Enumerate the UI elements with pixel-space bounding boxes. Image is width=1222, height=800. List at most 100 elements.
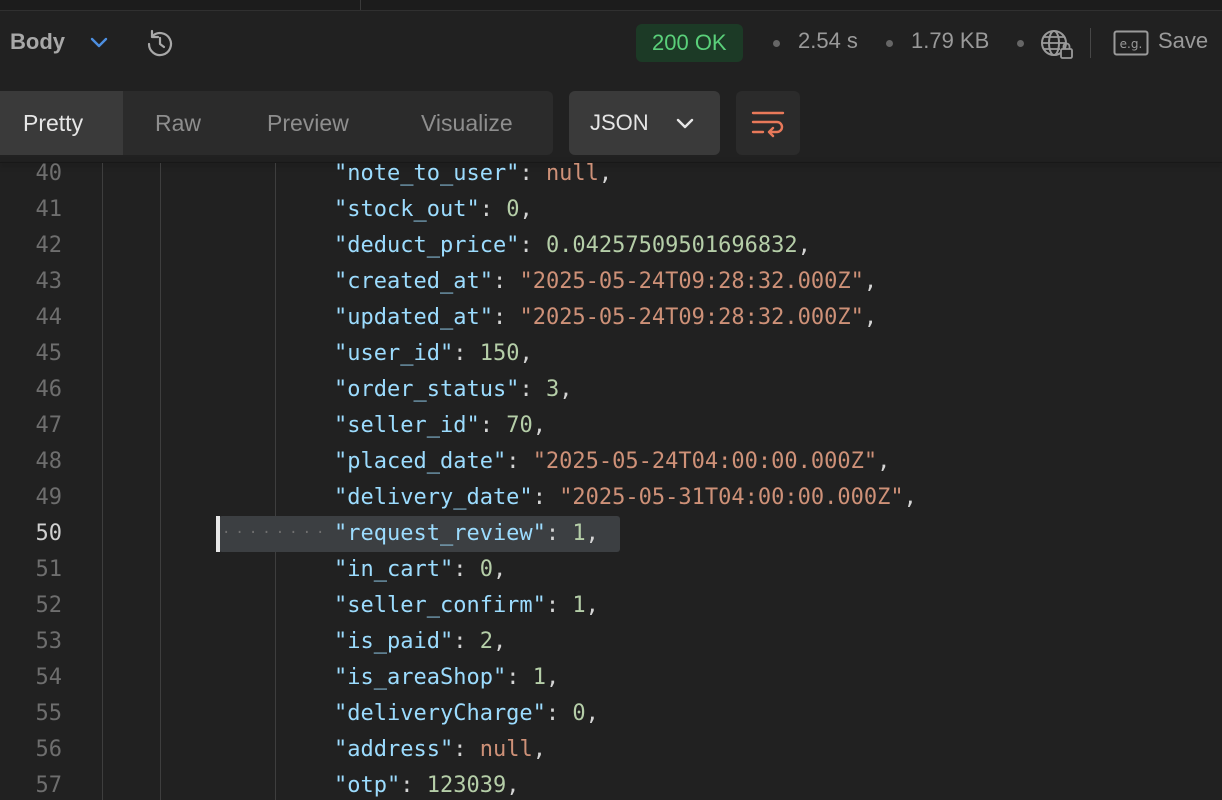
view-tabs: Pretty Raw Preview Visualize [0, 91, 553, 155]
code-line[interactable]: 47 "seller_id": 70, [0, 408, 1222, 444]
line-number: 44 [35, 305, 63, 330]
code-line[interactable]: 54 "is_areaShop": 1, [0, 660, 1222, 696]
json-value: 1 [572, 593, 586, 618]
divider [1090, 28, 1091, 58]
code-line[interactable]: 40 "note_to_user": null, [0, 163, 1222, 192]
format-select[interactable]: JSON [569, 91, 720, 155]
pane-divider [360, 0, 361, 10]
line-number: 57 [35, 773, 63, 798]
json-key: "request_review" [334, 521, 546, 546]
code-text: "is_paid": 2, [334, 629, 507, 654]
code-text: "is_areaShop": 1, [334, 665, 560, 690]
json-key: "deduct_price" [334, 233, 520, 258]
body-label: Body [10, 29, 65, 54]
line-number: 53 [35, 629, 63, 654]
top-strip [0, 0, 1222, 11]
response-time[interactable]: 2.54 s [798, 28, 858, 54]
json-value: "2025-05-24T09:28:32.000Z" [519, 269, 864, 294]
example-icon: e.g. [1113, 30, 1149, 56]
network-info-button[interactable] [1038, 25, 1076, 63]
json-key: "user_id" [334, 341, 454, 366]
code-line[interactable]: 51 "in_cart": 0, [0, 552, 1222, 588]
code-line[interactable]: 52 "seller_confirm": 1, [0, 588, 1222, 624]
code-text: "address": null, [334, 737, 546, 762]
json-value: 150 [479, 341, 520, 366]
line-number: 46 [35, 377, 63, 402]
code-text: "request_review": 1, [334, 521, 599, 546]
code-line[interactable]: 53 "is_paid": 2, [0, 624, 1222, 660]
json-editor[interactable]: ·········· 40"note_to_user": null,41"sto… [0, 163, 1222, 800]
line-number: 49 [35, 485, 63, 510]
code-line[interactable]: 45 "user_id": 150, [0, 336, 1222, 372]
chevron-down-icon [90, 37, 108, 48]
code-text: "delivery_date": "2025-05-31T04:00:00.00… [334, 485, 917, 510]
code-line[interactable]: 43 "created_at": "2025-05-24T09:28:32.000… [0, 264, 1222, 300]
code-text: "created_at": "2025-05-24T09:28:32.000Z"… [334, 269, 878, 294]
json-key: "otp" [334, 773, 401, 798]
json-value: 70 [506, 413, 533, 438]
code-line[interactable]: 42 "deduct_price": 0.04257509501696832, [0, 228, 1222, 264]
json-key: "stock_out" [334, 197, 480, 222]
globe-lock-icon [1041, 30, 1073, 59]
line-number: 54 [35, 665, 63, 690]
separator-dot [773, 40, 780, 47]
json-value: 0 [572, 701, 586, 726]
status-badge[interactable]: 200 OK [636, 24, 743, 62]
code-text: "order_status": 3, [334, 377, 573, 402]
json-value: 0 [479, 557, 493, 582]
body-dropdown-button[interactable] [86, 29, 112, 55]
code-line[interactable]: 46 "order_status": 3, [0, 372, 1222, 408]
separator-dot [886, 40, 893, 47]
json-value: 2 [479, 629, 493, 654]
response-header: Body 200 OK 2.54 s 1.79 KB e.g. Save [0, 11, 1222, 77]
line-number: 47 [35, 413, 63, 438]
save-as-example-icon[interactable]: e.g. [1113, 30, 1149, 56]
code-line[interactable]: 49 "delivery_date": "2025-05-31T04:00:00.… [0, 480, 1222, 516]
code-text: "deduct_price": 0.04257509501696832, [334, 233, 811, 258]
line-number: 45 [35, 341, 63, 366]
json-key: "seller_id" [334, 413, 480, 438]
json-value: null [479, 737, 533, 762]
tab-pretty[interactable]: Pretty [0, 91, 123, 155]
json-value: null [545, 163, 599, 186]
code-text: "seller_id": 70, [334, 413, 546, 438]
code-text: "placed_date": "2025-05-24T04:00:00.000Z… [334, 449, 891, 474]
code-line[interactable]: 56 "address": null, [0, 732, 1222, 768]
svg-text:e.g.: e.g. [1120, 37, 1143, 51]
json-value: 123039 [426, 773, 507, 798]
response-size[interactable]: 1.79 KB [911, 28, 989, 54]
json-value: "2025-05-24T04:00:00.000Z" [532, 449, 878, 474]
json-value: "2025-05-24T09:28:32.000Z" [519, 305, 864, 330]
json-value: 1 [532, 665, 546, 690]
json-key: "note_to_user" [334, 163, 520, 186]
history-button[interactable] [141, 25, 179, 63]
code-text: "deliveryCharge": 0, [334, 701, 599, 726]
tab-preview[interactable]: Preview [267, 91, 349, 155]
json-value: 1 [572, 521, 586, 546]
line-number: 50 [35, 521, 63, 546]
chevron-down-icon [676, 118, 694, 129]
code-line[interactable]: 44 "updated_at": "2025-05-24T09:28:32.000… [0, 300, 1222, 336]
tab-visualize[interactable]: Visualize [421, 91, 513, 155]
json-key: "delivery_date" [334, 485, 533, 510]
code-text: "stock_out": 0, [334, 197, 533, 222]
wrap-lines-button[interactable] [736, 91, 800, 155]
code-line[interactable]: 41 "stock_out": 0, [0, 192, 1222, 228]
code-text: "seller_confirm": 1, [334, 593, 599, 618]
save-response-button[interactable]: Save [1158, 28, 1208, 54]
code-text: "user_id": 150, [334, 341, 533, 366]
line-number: 40 [35, 163, 63, 186]
code-line[interactable]: 48 "placed_date": "2025-05-24T04:00:00.00… [0, 444, 1222, 480]
code-line[interactable]: 55 "deliveryCharge": 0, [0, 696, 1222, 732]
json-key: "created_at" [334, 269, 493, 294]
line-number: 43 [35, 269, 63, 294]
json-key: "deliveryCharge" [334, 701, 546, 726]
code-line[interactable]: 57 "otp": 123039, [0, 768, 1222, 800]
json-value: "2025-05-31T04:00:00.000Z" [559, 485, 904, 510]
code-line[interactable]: 50 "request_review": 1, [0, 516, 1222, 552]
wrap-text-icon [751, 111, 785, 138]
history-icon [147, 29, 173, 57]
json-value: 0.04257509501696832 [545, 233, 798, 258]
tab-raw[interactable]: Raw [155, 91, 201, 155]
code-text: "updated_at": "2025-05-24T09:28:32.000Z"… [334, 305, 878, 330]
